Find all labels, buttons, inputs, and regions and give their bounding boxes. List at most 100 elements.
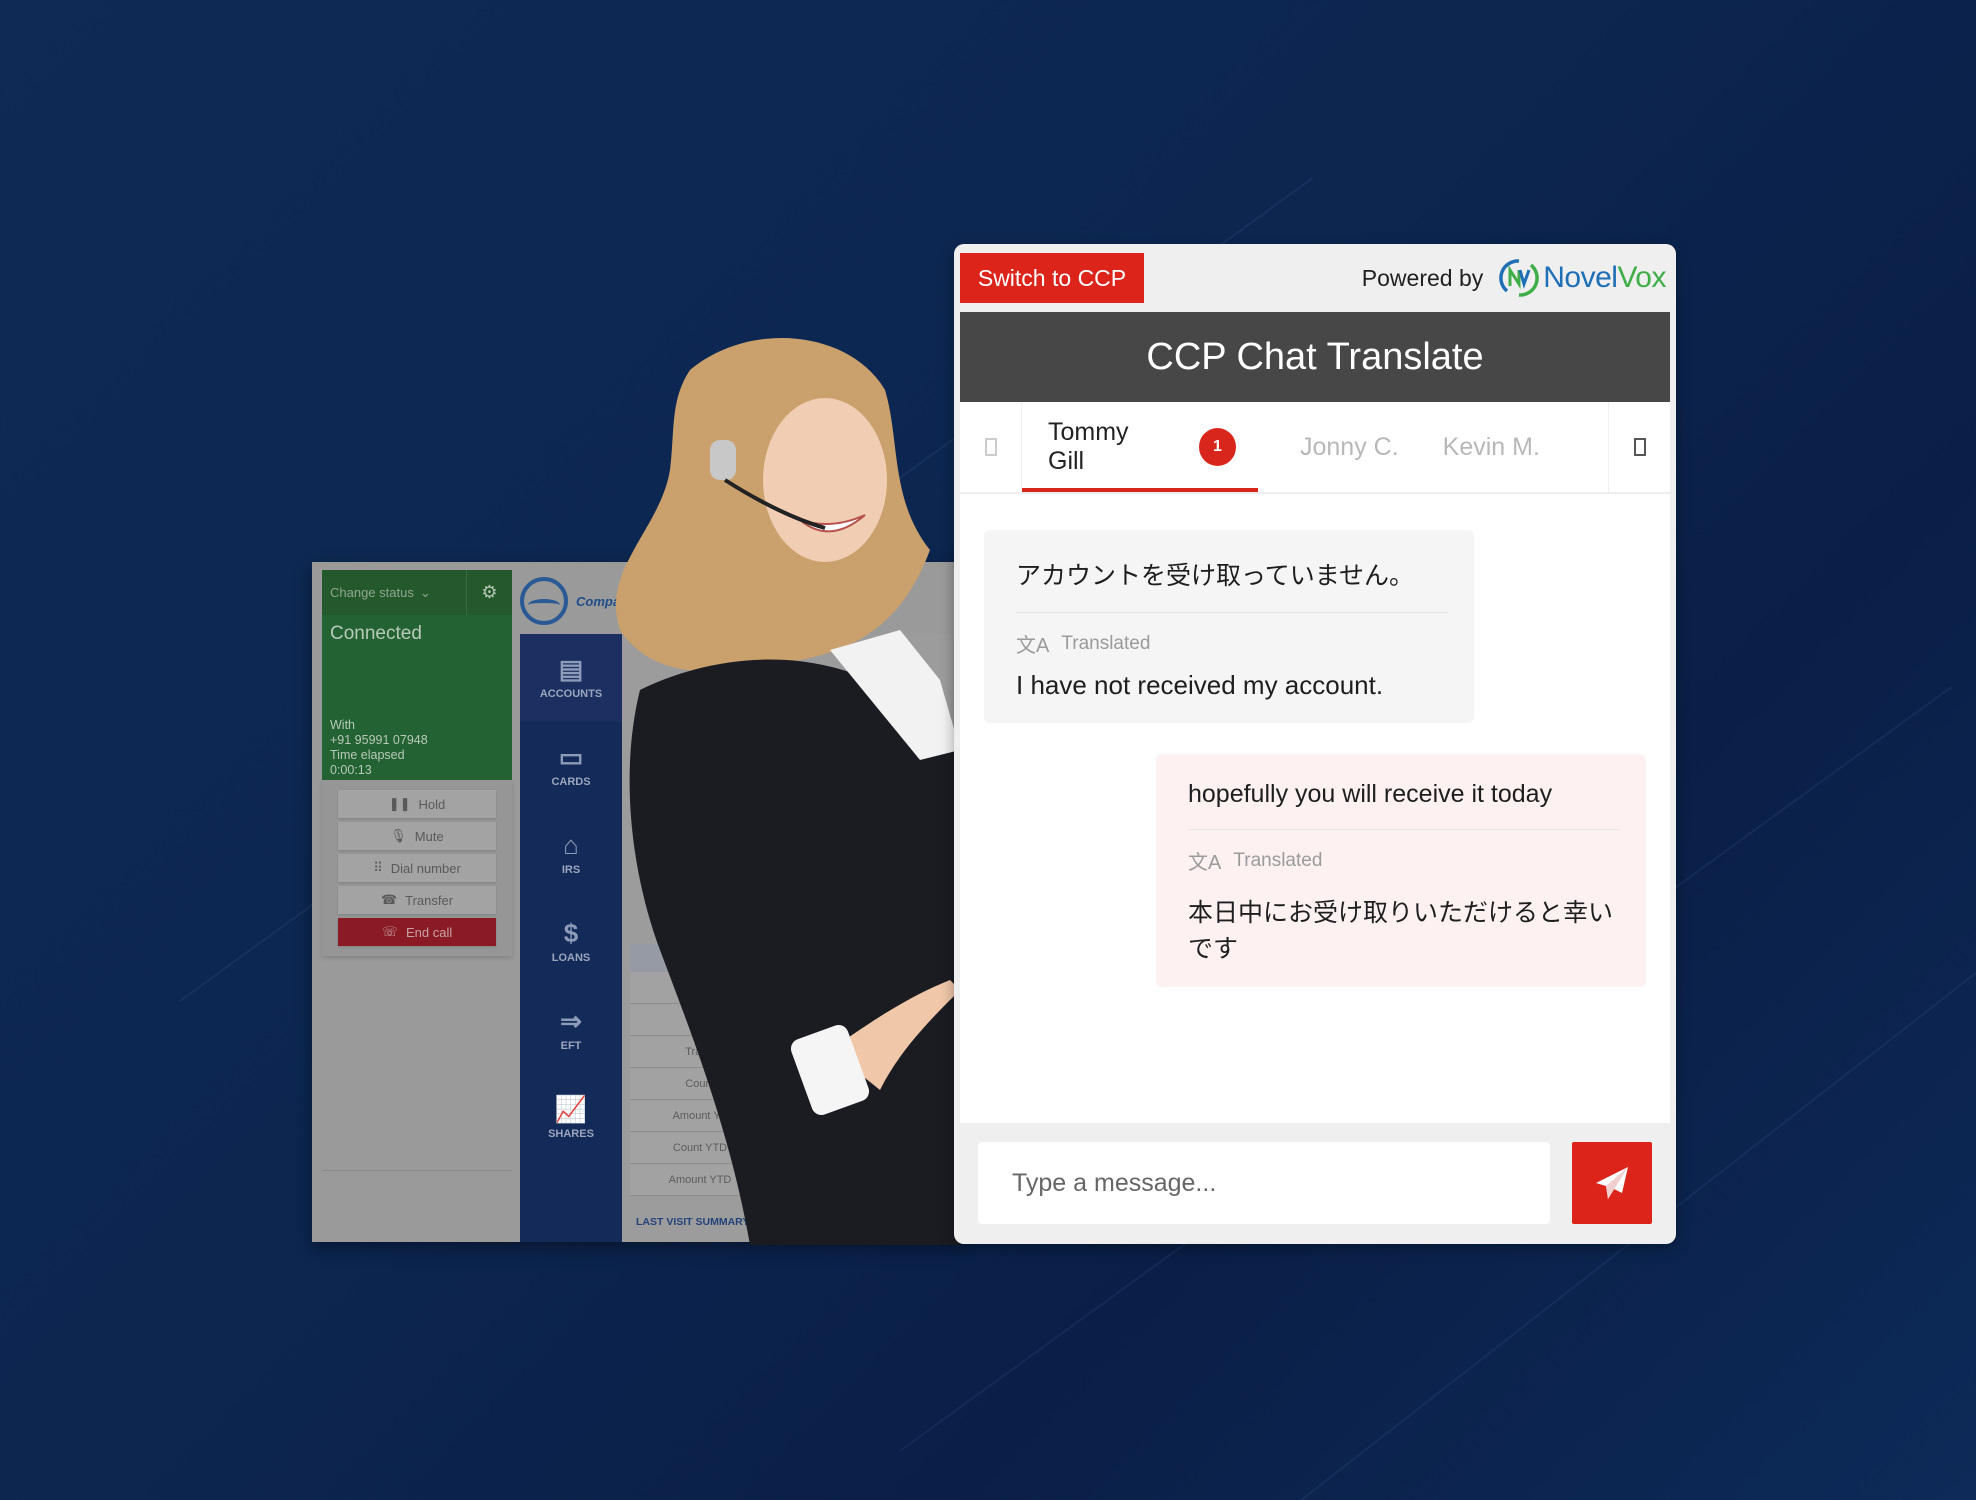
chevron-down-icon: ⌄ (419, 584, 431, 600)
table-row: New (630, 972, 770, 1004)
widget-header: Switch to CCP Powered by NovelVox (954, 244, 1676, 312)
nav-label: SHARES (548, 1128, 594, 1140)
headset-mic-boom (723, 478, 826, 530)
message-input[interactable] (978, 1142, 1550, 1224)
company-brand: Company Na (520, 570, 960, 632)
hold-label: Hold (418, 796, 446, 812)
message-original: アカウントを受け取っていません。 (1016, 556, 1448, 613)
switch-to-ccp-button[interactable]: Switch to CCP (960, 253, 1144, 303)
translated-text: Translated (1233, 849, 1323, 871)
translated-text: Translated (1061, 632, 1151, 654)
pause-icon: ❚❚ (388, 796, 411, 811)
brand-vox: Vox (1617, 261, 1666, 294)
nav-accounts[interactable]: ▤ ACCOUNTS (520, 634, 622, 722)
translate-icon: 文A (1188, 852, 1222, 874)
nav-eft[interactable]: ⇒ EFT (520, 986, 622, 1074)
id-card-icon: ▤ (558, 654, 584, 684)
nav-shares[interactable]: 📈 SHARES (520, 1074, 622, 1162)
translated-label: 文A Translated (1188, 846, 1620, 875)
novelvox-logo: NovelVox (1499, 258, 1666, 298)
transfer-label: Transfer (405, 892, 454, 908)
table-row: Tracki (630, 1036, 770, 1068)
table-row: Lo (630, 1004, 770, 1036)
scroll-tabs-left-button[interactable] (960, 402, 1022, 492)
credit-card-icon: ▭ (558, 742, 584, 772)
mute-button[interactable]: 🎙 Mute (338, 822, 496, 850)
table-row: Count (630, 1068, 770, 1100)
nav-irs[interactable]: ⌂ IRS (520, 810, 622, 898)
bank-icon: ⌂ (563, 830, 579, 860)
dialpad-icon: ⠿ (373, 860, 383, 875)
elapsed-time: 0:00:13 (330, 763, 372, 777)
message-composer (954, 1123, 1676, 1243)
transfer-button[interactable]: ☎ Transfer (338, 886, 496, 914)
nav-label: LOANS (551, 952, 591, 964)
message-translation: 本日中にお受け取りいただけると幸いです (1188, 899, 1614, 963)
change-status-dropdown[interactable]: Change status ⌄ (322, 570, 466, 615)
crm-content: New Lo Tracki Count Amount YT Count YTD … (622, 634, 962, 1242)
table-header (630, 944, 770, 972)
incoming-message: アカウントを受け取っていません。 文A Translated I have no… (984, 530, 1474, 723)
call-state: Connected (330, 623, 422, 644)
ccp-softphone: Change status ⌄ ⚙ Connected With +91 959… (322, 570, 512, 1240)
headset-earpiece (710, 440, 736, 480)
nav-label: EFT (560, 1040, 582, 1052)
chat-translate-widget: Switch to CCP Powered by NovelVox CCP Ch… (954, 244, 1676, 1244)
conversation-tabs: Tommy Gill 1 Jonny C. Kevin M. (960, 402, 1670, 494)
crm-sidebar: ▤ ACCOUNTS ▭ CARDS ⌂ IRS $ LOANS ⇒ EFT 📈 SHARE… (520, 634, 622, 1242)
mic-off-icon: 🎙 (390, 828, 407, 843)
mute-label: Mute (414, 828, 444, 844)
novelvox-wordmark: NovelVox (1543, 261, 1666, 295)
nav-label: CARDS (551, 776, 591, 788)
send-icon (1596, 1167, 1628, 1199)
ccp-header: Change status ⌄ ⚙ (322, 570, 512, 615)
chevron-left-icon (984, 438, 997, 456)
powered-by-label: Powered by (1361, 264, 1484, 291)
widget-title: CCP Chat Translate (960, 312, 1670, 402)
agent-smile (799, 514, 866, 533)
settings-button[interactable]: ⚙ (466, 570, 512, 615)
scroll-tabs-right-button[interactable] (1608, 402, 1670, 492)
loan-hand-icon: $ (563, 918, 579, 948)
crm-window: Change status ⌄ ⚙ Connected With +91 959… (312, 562, 962, 1242)
tab-label: Tommy Gill (1048, 418, 1129, 475)
end-call-label: End call (406, 924, 453, 940)
message-original: hopefully you will receive it today (1188, 780, 1620, 830)
powered-by: Powered by NovelVox (1362, 258, 1666, 298)
tab-kevin-m[interactable]: Kevin M. (1421, 402, 1562, 492)
chevron-right-icon (1633, 438, 1646, 456)
summary-table: New Lo Tracki Count Amount YT Count YTD … (630, 944, 770, 1196)
gear-icon: ⚙ (481, 582, 498, 602)
agent-face (763, 398, 887, 562)
outgoing-message: hopefully you will receive it today 文A T… (1156, 754, 1646, 987)
hold-button[interactable]: ❚❚ Hold (338, 790, 496, 818)
company-logo-icon (520, 577, 568, 625)
elapsed-label: Time elapsed (330, 748, 405, 762)
brand-novel: Novel (1543, 261, 1618, 294)
nav-cards[interactable]: ▭ CARDS (520, 722, 622, 810)
tab-label: Kevin M. (1442, 432, 1540, 461)
end-call-button[interactable]: ☏ End call (338, 918, 496, 946)
hangup-icon: ☏ (381, 924, 398, 939)
dial-number-label: Dial number (390, 860, 461, 876)
transfer-money-icon: ⇒ (560, 1006, 582, 1036)
tab-jonny-c[interactable]: Jonny C. (1258, 402, 1421, 492)
novelvox-logo-icon (1499, 259, 1540, 297)
call-actions: ❚❚ Hold 🎙 Mute ⠿ Dial number ☎ Transfer ☏ End… (322, 780, 512, 956)
nav-loans[interactable]: $ LOANS (520, 898, 622, 986)
nav-label: IRS (561, 864, 581, 876)
tab-tommy-gill[interactable]: Tommy Gill 1 (1022, 402, 1258, 492)
chart-icon: 📈 (554, 1094, 588, 1124)
message-translation: I have not received my account. (1016, 670, 1384, 700)
table-row: Amount YT (630, 1100, 770, 1132)
nav-label: ACCOUNTS (539, 688, 603, 700)
tab-last-visit-summary[interactable]: LAST VISIT SUMMARY (636, 1216, 749, 1228)
unread-badge: 1 (1198, 428, 1236, 466)
with-label: With (330, 718, 355, 732)
company-name: Company Na (576, 593, 656, 609)
change-status-label: Change status (330, 585, 414, 600)
tab-label: Jonny C. (1300, 432, 1399, 461)
send-button[interactable] (1572, 1142, 1652, 1224)
dial-number-button[interactable]: ⠿ Dial number (338, 854, 496, 882)
translate-icon: 文A (1016, 635, 1050, 657)
